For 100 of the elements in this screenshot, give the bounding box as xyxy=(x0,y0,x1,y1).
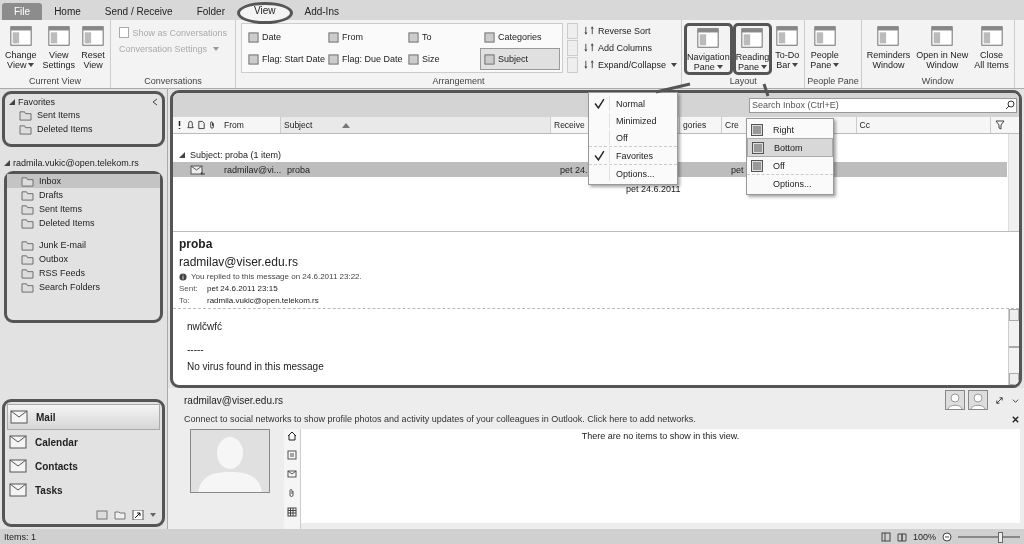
menu-item[interactable]: Favorites xyxy=(589,146,677,164)
folder-item[interactable]: Search Folders xyxy=(11,280,156,294)
up-down-arrows-icon xyxy=(584,42,596,53)
gallery-scrollbar[interactable] xyxy=(567,23,579,73)
column-header[interactable]: Cc xyxy=(856,117,991,133)
list-icon[interactable] xyxy=(287,450,297,460)
menu-item[interactable]: Off xyxy=(589,129,677,146)
ribbon-button[interactable]: Navigation Pane xyxy=(684,23,733,75)
arrangement-command[interactable]: Expand/Collapse xyxy=(582,57,680,72)
module-button[interactable]: Tasks xyxy=(7,478,160,502)
bell-icon[interactable] xyxy=(186,120,195,130)
person-icon[interactable] xyxy=(968,390,988,410)
sender-cell-text: radmilav@vi... xyxy=(223,164,283,175)
expand-triangle-icon[interactable] xyxy=(4,160,10,166)
menu-item[interactable]: Off xyxy=(747,157,833,174)
message-body-line: nwlčwfć xyxy=(187,321,223,332)
pane-layout-icon xyxy=(751,123,763,136)
account-header[interactable]: radmila.vukic@open.telekom.rs xyxy=(13,158,139,168)
calendar-icon[interactable] xyxy=(287,507,297,517)
caret-icon[interactable] xyxy=(150,513,156,517)
ribbon-tab[interactable]: Add-Ins xyxy=(292,3,351,20)
menu-item[interactable]: Normal xyxy=(589,95,677,112)
close-icon[interactable] xyxy=(1011,414,1020,424)
menu-item[interactable]: Options... xyxy=(747,174,833,192)
folder-item[interactable]: Junk E-mail xyxy=(11,238,156,252)
paperclip-icon[interactable] xyxy=(287,488,297,498)
group-header[interactable]: Subject: proba (1 item) xyxy=(190,150,282,160)
ribbon-button[interactable]: Reading Pane xyxy=(732,23,773,75)
reading-view-icon[interactable] xyxy=(896,532,907,542)
shortcut-icon[interactable] xyxy=(132,510,144,520)
folder-item[interactable]: Drafts xyxy=(11,188,156,202)
ribbon-tab[interactable]: View xyxy=(237,2,293,24)
folder-item[interactable]: Deleted Items xyxy=(9,122,158,136)
arrangement-option[interactable]: Flag: Due Date xyxy=(324,48,405,70)
app-window-icon xyxy=(46,24,71,48)
arrangement-option[interactable]: Categories xyxy=(480,26,561,48)
menu-item[interactable]: Options... xyxy=(589,164,677,182)
search-field[interactable]: Search Inbox (Ctrl+E) xyxy=(749,97,1017,113)
folder-icon xyxy=(21,217,34,229)
expand-triangle-icon[interactable] xyxy=(179,152,185,158)
module-button[interactable]: Mail xyxy=(7,404,160,430)
paperclip-icon[interactable] xyxy=(208,120,217,130)
ribbon-tab[interactable]: Send / Receive xyxy=(92,3,185,20)
arrangement-option[interactable]: Subject xyxy=(480,48,561,70)
zoom-level[interactable]: 100% xyxy=(912,532,936,542)
checkmark-icon xyxy=(593,98,605,109)
filter-icon[interactable] xyxy=(995,120,1005,130)
arrangement-option[interactable]: Size xyxy=(404,48,481,70)
arrangement-option[interactable]: Date xyxy=(244,26,325,48)
ribbon-button[interactable]: People Pane xyxy=(807,23,843,71)
ribbon-button[interactable]: Change View xyxy=(2,23,40,71)
column-header[interactable]: Subject xyxy=(281,117,551,133)
app-window-icon xyxy=(812,24,837,48)
folder-item[interactable]: RSS Feeds xyxy=(11,266,156,280)
ribbon-button[interactable]: View Settings xyxy=(39,23,79,71)
scrollbar[interactable] xyxy=(1008,309,1019,385)
social-networks-notice[interactable]: Connect to social networks to show profile photos and activity updates of your colleagues in Outlook. Click here to add networks. xyxy=(184,414,696,424)
ribbon-tab[interactable]: Folder xyxy=(184,3,237,20)
envelope-icon[interactable] xyxy=(287,469,297,479)
module-button[interactable]: Contacts xyxy=(7,454,160,478)
group-title: Current View xyxy=(28,76,82,88)
folder-icon[interactable] xyxy=(114,510,126,520)
arrangement-option[interactable]: From xyxy=(324,26,405,48)
expand-triangle-icon[interactable] xyxy=(9,99,15,105)
favorites-header[interactable]: Favorites xyxy=(18,97,55,107)
menu-item[interactable]: Minimized xyxy=(589,112,677,129)
app-window-icon xyxy=(8,24,33,48)
ribbon-button[interactable]: Open in New Window xyxy=(913,23,972,71)
arrangement-option[interactable]: To xyxy=(404,26,481,48)
folder-item[interactable]: Deleted Items xyxy=(11,216,156,230)
folder-item[interactable]: Sent Items xyxy=(9,108,158,122)
zoom-out-icon[interactable] xyxy=(942,532,952,542)
square-icon xyxy=(248,31,260,43)
column-header[interactable]: gories xyxy=(680,117,722,133)
arrangement-command[interactable]: Reverse Sort xyxy=(582,23,680,38)
folder-item[interactable]: Sent Items xyxy=(11,202,156,216)
module-button[interactable]: Calendar xyxy=(7,430,160,454)
arrangement-command[interactable]: Add Columns xyxy=(582,40,680,55)
folder-item[interactable]: Outbox xyxy=(11,252,156,266)
arrangement-option[interactable]: Flag: Start Date xyxy=(244,48,325,70)
ribbon-button[interactable]: To-Do Bar xyxy=(772,23,803,71)
menu-item[interactable]: Right xyxy=(747,121,833,138)
message-subject: proba xyxy=(179,237,214,251)
expand-icon[interactable] xyxy=(995,395,1004,405)
ribbon-button[interactable]: Close All Items xyxy=(971,23,1012,71)
recipient: radmila.vukic@open.telekom.rs xyxy=(207,296,319,305)
normal-view-icon[interactable] xyxy=(880,532,891,542)
folder-item[interactable]: Inbox xyxy=(7,174,160,188)
square-icon xyxy=(408,31,420,43)
scrollbar[interactable] xyxy=(1008,134,1019,231)
menu-item[interactable]: Bottom xyxy=(747,138,833,157)
ribbon-button[interactable]: Reminders Window xyxy=(863,23,914,71)
envelope-icon xyxy=(9,434,27,450)
ribbon-button[interactable]: Reset View xyxy=(78,23,109,71)
home-icon[interactable] xyxy=(287,431,297,441)
collapse-chevron-icon[interactable] xyxy=(152,98,158,106)
document-icon[interactable] xyxy=(197,120,206,130)
ribbon-tab[interactable]: Home xyxy=(42,3,93,20)
person-icon[interactable] xyxy=(945,390,965,410)
square-icon xyxy=(408,53,420,65)
